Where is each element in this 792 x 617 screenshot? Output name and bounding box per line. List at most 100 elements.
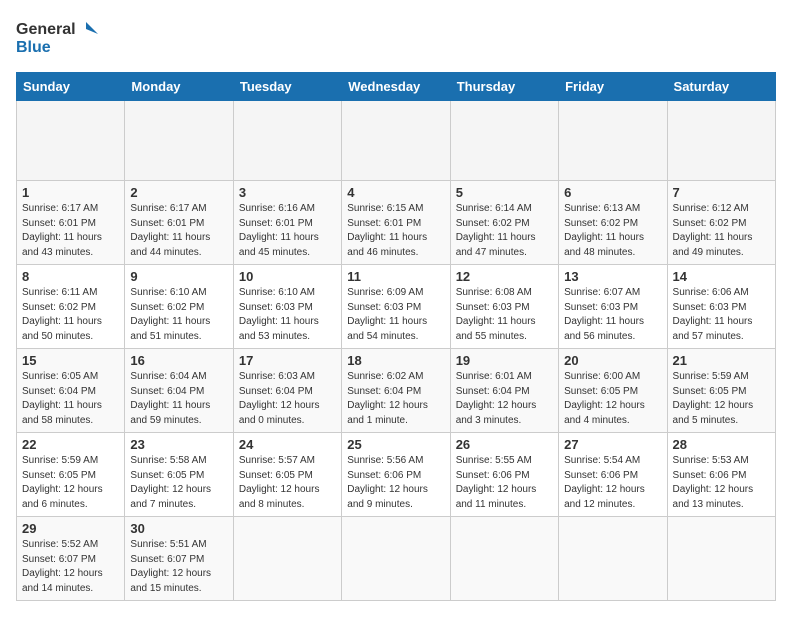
calendar-cell: 30 Sunrise: 5:51 AMSunset: 6:07 PMDayligh…	[125, 517, 233, 601]
day-number: 25	[347, 437, 444, 452]
page-header: GeneralBlue	[16, 16, 776, 60]
day-info: Sunrise: 6:00 AMSunset: 6:05 PMDaylight:…	[564, 370, 661, 428]
day-number: 10	[239, 269, 336, 284]
day-info: Sunrise: 6:09 AMSunset: 6:03 PMDaylight:…	[347, 286, 444, 344]
day-header-tuesday: Tuesday	[233, 73, 341, 101]
calendar-cell: 7 Sunrise: 6:12 AMSunset: 6:02 PMDaylight…	[667, 181, 775, 265]
calendar-table: SundayMondayTuesdayWednesdayThursdayFrid…	[16, 72, 776, 601]
day-number: 4	[347, 185, 444, 200]
calendar-cell: 16 Sunrise: 6:04 AMSunset: 6:04 PMDayligh…	[125, 349, 233, 433]
day-number: 2	[130, 185, 227, 200]
calendar-cell: 19 Sunrise: 6:01 AMSunset: 6:04 PMDayligh…	[450, 349, 558, 433]
day-header-friday: Friday	[559, 73, 667, 101]
day-number: 15	[22, 353, 119, 368]
day-info: Sunrise: 6:03 AMSunset: 6:04 PMDaylight:…	[239, 370, 336, 428]
calendar-cell: 21Sunrise: 5:59 AMSunset: 6:05 PMDayligh…	[667, 349, 775, 433]
day-info: Sunrise: 6:06 AMSunset: 6:03 PMDaylight:…	[673, 286, 770, 344]
day-number: 18	[347, 353, 444, 368]
week-row-5: 22Sunrise: 5:59 AMSunset: 6:05 PMDayligh…	[17, 433, 776, 517]
svg-text:General: General	[16, 21, 76, 38]
day-info: Sunrise: 5:59 AMSunset: 6:05 PMDaylight:…	[673, 370, 770, 428]
day-info: Sunrise: 6:05 AMSunset: 6:04 PMDaylight:…	[22, 370, 119, 428]
calendar-cell: 9 Sunrise: 6:10 AMSunset: 6:02 PMDaylight…	[125, 265, 233, 349]
day-number: 28	[673, 437, 770, 452]
day-info: Sunrise: 6:04 AMSunset: 6:04 PMDaylight:…	[130, 370, 227, 428]
calendar-cell	[233, 517, 341, 601]
calendar-cell	[450, 517, 558, 601]
calendar-cell: 2 Sunrise: 6:17 AMSunset: 6:01 PMDaylight…	[125, 181, 233, 265]
calendar-cell: 4 Sunrise: 6:15 AMSunset: 6:01 PMDaylight…	[342, 181, 450, 265]
day-info: Sunrise: 6:17 AMSunset: 6:01 PMDaylight:…	[22, 202, 119, 260]
day-number: 3	[239, 185, 336, 200]
day-info: Sunrise: 6:11 AMSunset: 6:02 PMDaylight:…	[22, 286, 119, 344]
calendar-cell: 5 Sunrise: 6:14 AMSunset: 6:02 PMDaylight…	[450, 181, 558, 265]
day-number: 20	[564, 353, 661, 368]
day-info: Sunrise: 6:14 AMSunset: 6:02 PMDaylight:…	[456, 202, 553, 260]
day-number: 26	[456, 437, 553, 452]
calendar-cell: 23 Sunrise: 5:58 AMSunset: 6:05 PMDayligh…	[125, 433, 233, 517]
day-number: 9	[130, 269, 227, 284]
calendar-cell	[342, 101, 450, 181]
logo: GeneralBlue	[16, 16, 106, 60]
day-info: Sunrise: 5:52 AMSunset: 6:07 PMDaylight:…	[22, 538, 119, 596]
calendar-cell	[233, 101, 341, 181]
week-row-1	[17, 101, 776, 181]
day-info: Sunrise: 6:13 AMSunset: 6:02 PMDaylight:…	[564, 202, 661, 260]
day-number: 1	[22, 185, 119, 200]
calendar-cell: 1 Sunrise: 6:17 AMSunset: 6:01 PMDaylight…	[17, 181, 125, 265]
day-number: 24	[239, 437, 336, 452]
calendar-cell	[559, 101, 667, 181]
calendar-cell	[667, 101, 775, 181]
calendar-cell	[667, 517, 775, 601]
logo-svg: GeneralBlue	[16, 16, 106, 60]
day-number: 23	[130, 437, 227, 452]
week-row-4: 15 Sunrise: 6:05 AMSunset: 6:04 PMDayligh…	[17, 349, 776, 433]
day-info: Sunrise: 6:01 AMSunset: 6:04 PMDaylight:…	[456, 370, 553, 428]
day-number: 11	[347, 269, 444, 284]
day-number: 7	[673, 185, 770, 200]
calendar-cell: 15 Sunrise: 6:05 AMSunset: 6:04 PMDayligh…	[17, 349, 125, 433]
week-row-3: 8 Sunrise: 6:11 AMSunset: 6:02 PMDaylight…	[17, 265, 776, 349]
calendar-cell: 18Sunrise: 6:02 AMSunset: 6:04 PMDayligh…	[342, 349, 450, 433]
day-number: 30	[130, 521, 227, 536]
day-number: 27	[564, 437, 661, 452]
day-header-monday: Monday	[125, 73, 233, 101]
day-info: Sunrise: 6:15 AMSunset: 6:01 PMDaylight:…	[347, 202, 444, 260]
day-header-saturday: Saturday	[667, 73, 775, 101]
day-info: Sunrise: 5:51 AMSunset: 6:07 PMDaylight:…	[130, 538, 227, 596]
calendar-cell: 17Sunrise: 6:03 AMSunset: 6:04 PMDayligh…	[233, 349, 341, 433]
day-info: Sunrise: 6:17 AMSunset: 6:01 PMDaylight:…	[130, 202, 227, 260]
calendar-cell: 11 Sunrise: 6:09 AMSunset: 6:03 PMDayligh…	[342, 265, 450, 349]
day-info: Sunrise: 5:53 AMSunset: 6:06 PMDaylight:…	[673, 454, 770, 512]
calendar-cell: 13Sunrise: 6:07 AMSunset: 6:03 PMDayligh…	[559, 265, 667, 349]
day-number: 5	[456, 185, 553, 200]
week-row-6: 29 Sunrise: 5:52 AMSunset: 6:07 PMDayligh…	[17, 517, 776, 601]
day-info: Sunrise: 5:58 AMSunset: 6:05 PMDaylight:…	[130, 454, 227, 512]
day-info: Sunrise: 5:56 AMSunset: 6:06 PMDaylight:…	[347, 454, 444, 512]
day-number: 16	[130, 353, 227, 368]
calendar-header-row: SundayMondayTuesdayWednesdayThursdayFrid…	[17, 73, 776, 101]
day-info: Sunrise: 6:12 AMSunset: 6:02 PMDaylight:…	[673, 202, 770, 260]
week-row-2: 1 Sunrise: 6:17 AMSunset: 6:01 PMDaylight…	[17, 181, 776, 265]
calendar-cell	[450, 101, 558, 181]
day-info: Sunrise: 6:07 AMSunset: 6:03 PMDaylight:…	[564, 286, 661, 344]
calendar-cell: 25 Sunrise: 5:56 AMSunset: 6:06 PMDayligh…	[342, 433, 450, 517]
day-info: Sunrise: 6:16 AMSunset: 6:01 PMDaylight:…	[239, 202, 336, 260]
calendar-cell: 3 Sunrise: 6:16 AMSunset: 6:01 PMDaylight…	[233, 181, 341, 265]
calendar-cell	[342, 517, 450, 601]
day-number: 29	[22, 521, 119, 536]
day-number: 8	[22, 269, 119, 284]
day-info: Sunrise: 6:10 AMSunset: 6:03 PMDaylight:…	[239, 286, 336, 344]
svg-text:Blue: Blue	[16, 39, 51, 56]
day-info: Sunrise: 6:10 AMSunset: 6:02 PMDaylight:…	[130, 286, 227, 344]
calendar-cell: 8 Sunrise: 6:11 AMSunset: 6:02 PMDaylight…	[17, 265, 125, 349]
calendar-cell	[559, 517, 667, 601]
day-info: Sunrise: 5:55 AMSunset: 6:06 PMDaylight:…	[456, 454, 553, 512]
day-header-thursday: Thursday	[450, 73, 558, 101]
day-info: Sunrise: 5:54 AMSunset: 6:06 PMDaylight:…	[564, 454, 661, 512]
day-info: Sunrise: 5:57 AMSunset: 6:05 PMDaylight:…	[239, 454, 336, 512]
day-info: Sunrise: 6:08 AMSunset: 6:03 PMDaylight:…	[456, 286, 553, 344]
day-number: 22	[22, 437, 119, 452]
day-number: 19	[456, 353, 553, 368]
day-number: 12	[456, 269, 553, 284]
